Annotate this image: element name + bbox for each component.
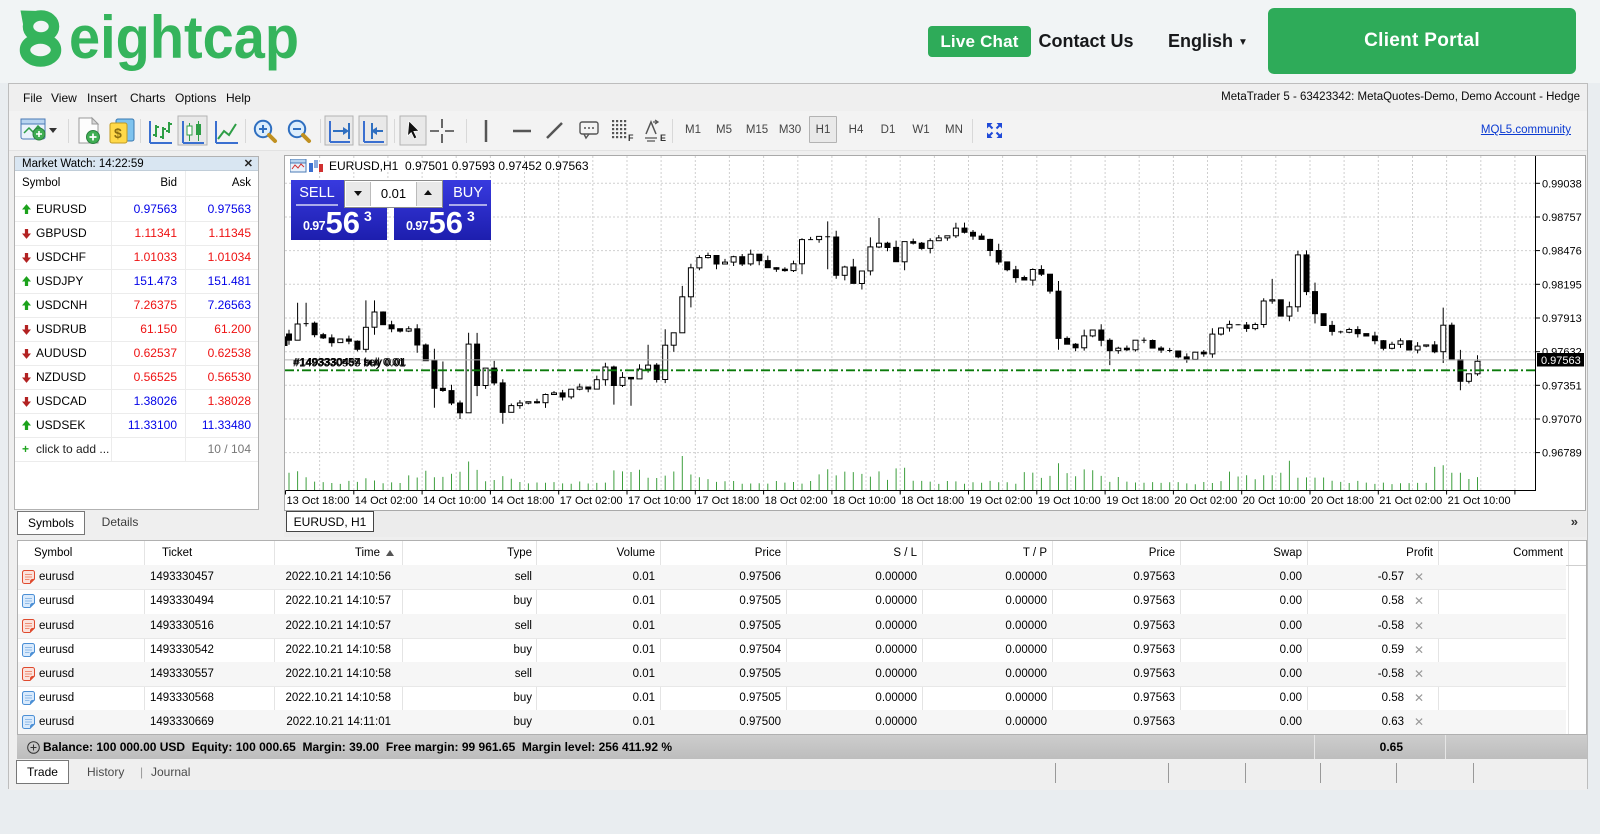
svg-text:18 Oct 10:00: 18 Oct 10:00: [833, 495, 896, 507]
svg-text:14 Oct 10:00: 14 Oct 10:00: [423, 495, 486, 507]
svg-text:0.96789: 0.96789: [1542, 448, 1582, 460]
svg-text:19 Oct 18:00: 19 Oct 18:00: [1106, 495, 1169, 507]
svg-text:0.98757: 0.98757: [1542, 212, 1582, 224]
svg-text:19 Oct 02:00: 19 Oct 02:00: [970, 495, 1033, 507]
svg-text:17 Oct 02:00: 17 Oct 02:00: [560, 495, 623, 507]
svg-text:0.99038: 0.99038: [1542, 178, 1582, 190]
svg-text:20 Oct 02:00: 20 Oct 02:00: [1174, 495, 1237, 507]
svg-text:20 Oct 10:00: 20 Oct 10:00: [1243, 495, 1306, 507]
svg-text:13 Oct 18:00: 13 Oct 18:00: [287, 495, 350, 507]
svg-text:0.97070: 0.97070: [1542, 414, 1582, 426]
svg-text:0.97351: 0.97351: [1542, 380, 1582, 392]
svg-text:E: E: [660, 133, 666, 143]
svg-text:17 Oct 18:00: 17 Oct 18:00: [696, 495, 759, 507]
svg-text:0.97563: 0.97563: [1541, 355, 1581, 367]
svg-text:17 Oct 10:00: 17 Oct 10:00: [628, 495, 691, 507]
svg-text:0.97913: 0.97913: [1542, 313, 1582, 325]
svg-text:14 Oct 18:00: 14 Oct 18:00: [491, 495, 554, 507]
svg-text:21 Oct 10:00: 21 Oct 10:00: [1448, 495, 1511, 507]
svg-text:eightcap: eightcap: [69, 9, 299, 71]
svg-text:19 Oct 10:00: 19 Oct 10:00: [1038, 495, 1101, 507]
svg-text:0.98195: 0.98195: [1542, 279, 1582, 291]
svg-text:21 Oct 02:00: 21 Oct 02:00: [1379, 495, 1442, 507]
svg-text:20 Oct 18:00: 20 Oct 18:00: [1311, 495, 1374, 507]
svg-text:#1493330568 buy 0.01: #1493330568 buy 0.01: [293, 358, 406, 370]
svg-text:14 Oct 02:00: 14 Oct 02:00: [355, 495, 418, 507]
svg-text:F: F: [628, 133, 634, 143]
svg-text:0.98476: 0.98476: [1542, 246, 1582, 258]
svg-text:18 Oct 18:00: 18 Oct 18:00: [901, 495, 964, 507]
svg-text:18 Oct 02:00: 18 Oct 02:00: [765, 495, 828, 507]
svg-text:$: $: [114, 125, 122, 141]
